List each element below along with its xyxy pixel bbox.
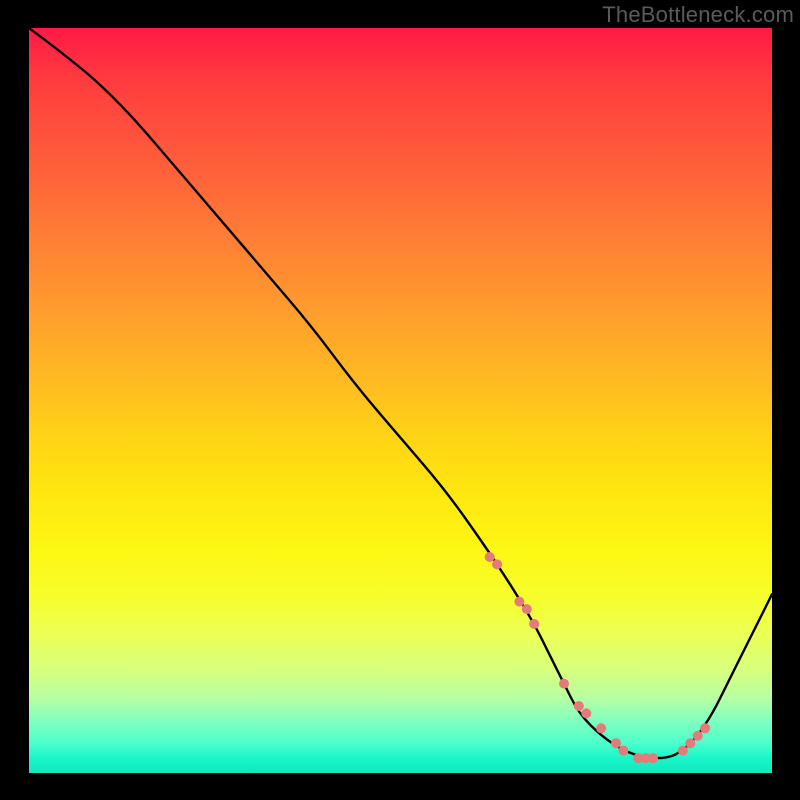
marker-dot — [529, 619, 539, 629]
marker-dot — [492, 559, 502, 569]
marker-dot — [596, 723, 606, 733]
marker-dot — [574, 701, 584, 711]
marker-dot — [693, 731, 703, 741]
marker-dot — [678, 746, 688, 756]
marker-dot — [618, 746, 628, 756]
watermark-label: TheBottleneck.com — [602, 2, 794, 28]
plot-area — [29, 28, 772, 773]
marker-dot — [485, 552, 495, 562]
marker-dot — [559, 679, 569, 689]
chart-frame: TheBottleneck.com — [0, 0, 800, 800]
marker-dot — [522, 604, 532, 614]
curve-layer — [29, 28, 772, 773]
marker-dot — [581, 708, 591, 718]
marker-group — [485, 552, 710, 763]
marker-dot — [648, 753, 658, 763]
marker-dot — [700, 723, 710, 733]
marker-dot — [514, 597, 524, 607]
marker-dot — [611, 738, 621, 748]
marker-dot — [685, 738, 695, 748]
bottleneck-curve — [29, 28, 772, 758]
